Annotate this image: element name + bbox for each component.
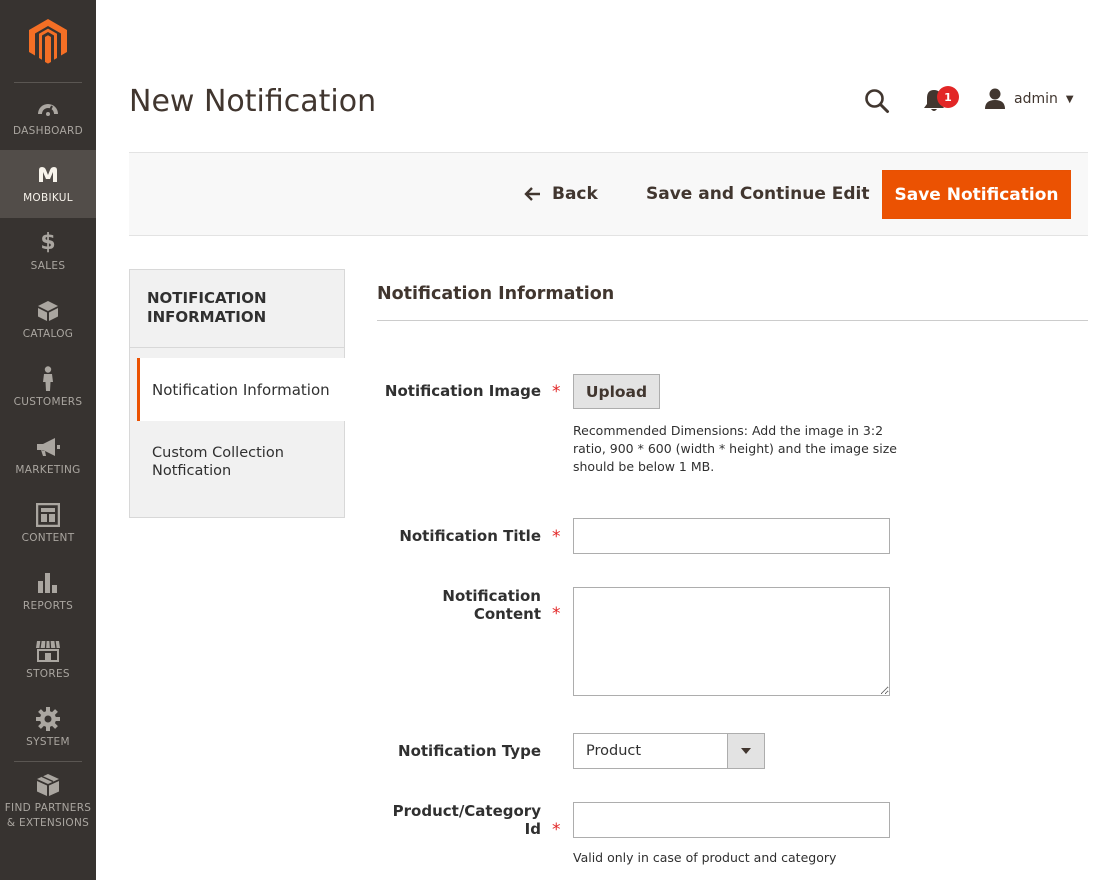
section-divider	[377, 320, 1088, 321]
chevron-down-icon: ▼	[1065, 93, 1074, 105]
sidebar-item-label: REPORTS	[22, 599, 74, 612]
sidebar-item-label: CATALOG	[22, 327, 74, 340]
tabs-heading-line1: NOTIFICATION	[147, 289, 267, 307]
magento-logo[interactable]	[0, 0, 96, 82]
sidebar-item-label-line1: FIND PARTNERS	[4, 802, 92, 814]
search-icon	[865, 89, 889, 113]
gear-icon	[36, 706, 60, 731]
user-name: admin	[1014, 91, 1058, 107]
arrow-left-icon	[524, 187, 540, 201]
sidebar-item-label: CUSTOMERS	[13, 395, 83, 408]
box-icon	[37, 299, 59, 323]
notification-title-input[interactable]	[573, 518, 890, 554]
back-label: Back	[552, 184, 598, 204]
sidebar-item-system[interactable]: SYSTEM	[0, 694, 96, 762]
tabs-divider	[130, 347, 344, 348]
storefront-icon	[35, 639, 61, 663]
selected-value: Product	[586, 743, 642, 759]
sidebar-item-find-partners[interactable]: FIND PARTNERS & EXTENSIONS	[0, 766, 96, 838]
tab-label-line1: Custom Collection	[152, 445, 284, 461]
dollar-icon: $	[40, 230, 56, 255]
product-category-id-input[interactable]	[573, 802, 890, 838]
content-label-line2: Content	[473, 605, 541, 623]
sidebar-item-label: CONTENT	[21, 531, 75, 544]
sidebar-item-label: DASHBOARD	[12, 124, 83, 137]
extensions-icon	[36, 773, 60, 797]
sidebar-item-label: FIND PARTNERS & EXTENSIONS	[5, 801, 92, 831]
mobikul-icon	[37, 163, 59, 187]
page-title: New Notification	[129, 84, 377, 119]
tab-custom-collection-notification[interactable]: Custom Collection Notfication	[130, 422, 344, 517]
tab-label-line2: Notfication	[152, 463, 232, 479]
save-and-continue-button[interactable]: Save and Continue Edit	[646, 180, 870, 208]
sidebar-item-sales[interactable]: $ SALES	[0, 218, 96, 286]
notification-count-badge: 1	[937, 86, 959, 108]
sidebar-item-stores[interactable]: STORES	[0, 626, 96, 694]
required-mark: *	[552, 604, 561, 624]
required-mark: *	[552, 820, 561, 840]
required-mark: *	[552, 382, 561, 402]
notification-type-label: Notification Type	[398, 742, 541, 760]
sidebar-item-mobikul[interactable]: MOBIKUL	[0, 150, 96, 218]
user-icon	[985, 88, 1005, 109]
sidebar-divider	[14, 761, 82, 762]
image-dimensions-note: Recommended Dimensions: Add the image in…	[573, 423, 897, 474]
admin-sidebar: DASHBOARD MOBIKUL $ SALES CATALOG CUSTOM…	[0, 0, 96, 880]
layout-icon	[36, 502, 60, 527]
sidebar-item-content[interactable]: CONTENT	[0, 490, 96, 558]
notification-type-select[interactable]: Product	[573, 733, 765, 769]
sidebar-item-label: MARKETING	[15, 463, 81, 476]
tab-notification-information[interactable]: Notification Information	[137, 358, 345, 421]
megaphone-icon	[35, 435, 61, 459]
sidebar-item-label-line2: & EXTENSIONS	[6, 817, 90, 829]
required-mark: *	[552, 527, 561, 547]
bar-chart-icon	[37, 571, 59, 595]
content-label-line1: Notification	[442, 587, 541, 605]
back-button[interactable]: Back	[524, 180, 598, 208]
search-button[interactable]	[864, 88, 890, 114]
dashboard-icon	[36, 96, 60, 120]
sidebar-item-marketing[interactable]: MARKETING	[0, 422, 96, 490]
person-icon	[41, 365, 55, 391]
sidebar-item-label: SALES	[30, 259, 66, 272]
sidebar-item-label: STORES	[26, 667, 70, 680]
magento-logo-icon	[29, 19, 67, 64]
id-label-line2: Id	[524, 820, 541, 838]
sidebar-item-customers[interactable]: CUSTOMERS	[0, 354, 96, 422]
sidebar-item-catalog[interactable]: CATALOG	[0, 286, 96, 354]
id-label-line1: Product/Category	[392, 802, 541, 820]
notification-content-textarea[interactable]	[573, 587, 890, 696]
tabs-heading-line2: INFORMATION	[147, 308, 267, 326]
sidebar-item-label: SYSTEM	[26, 735, 70, 748]
save-notification-button[interactable]: Save Notification	[882, 170, 1071, 219]
upload-button[interactable]: Upload	[573, 374, 660, 409]
product-category-id-note: Valid only in case of product and catego…	[573, 850, 837, 865]
sidebar-item-label: MOBIKUL	[23, 191, 73, 204]
notification-content-label: Notification Content	[371, 587, 541, 623]
sidebar-item-dashboard[interactable]: DASHBOARD	[0, 83, 96, 151]
notification-image-label: Notification Image	[384, 382, 541, 400]
section-title: Notification Information	[377, 284, 615, 304]
product-category-id-label: Product/Category Id	[371, 802, 541, 838]
chevron-down-icon	[727, 734, 764, 768]
sidebar-item-reports[interactable]: REPORTS	[0, 558, 96, 626]
tabs-heading: NOTIFICATION INFORMATION	[147, 289, 327, 327]
notification-title-label: Notification Title	[399, 527, 541, 545]
user-menu[interactable]: admin ▼	[984, 86, 1074, 112]
